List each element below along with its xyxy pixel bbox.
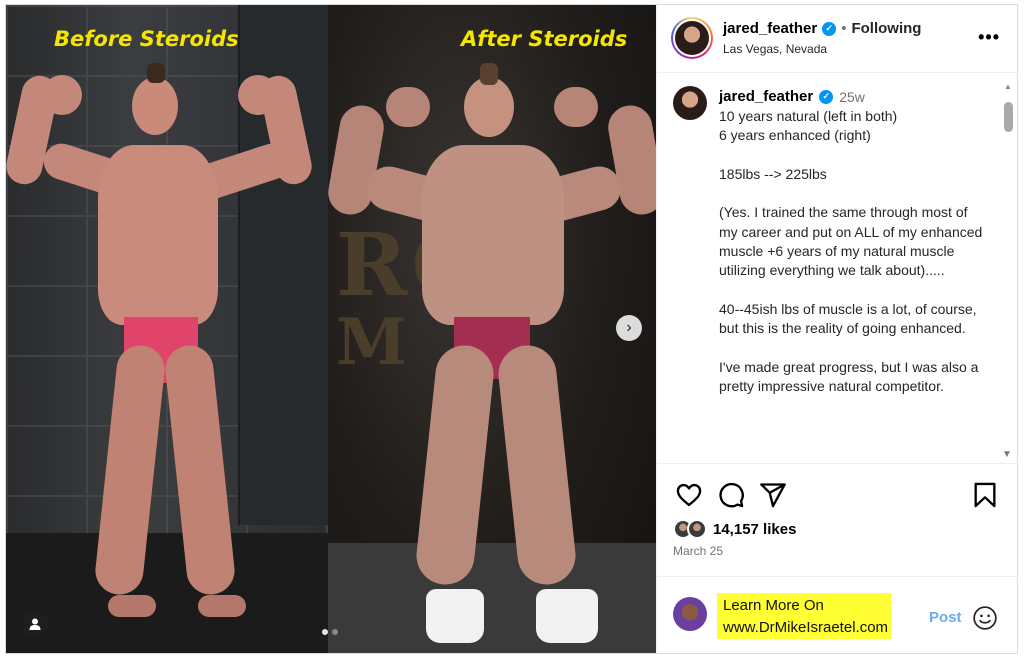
- post-header: jared_feather ✓ • Following Las Vegas, N…: [657, 5, 1018, 73]
- heart-icon[interactable]: [675, 481, 703, 509]
- following-button[interactable]: Following: [851, 20, 921, 37]
- comments-section[interactable]: jared_feather ✓ 25w 10 years natural (le…: [657, 74, 1018, 464]
- post-location[interactable]: Las Vegas, Nevada: [723, 42, 827, 56]
- caption-username[interactable]: jared_feather: [719, 88, 813, 105]
- scroll-up-icon[interactable]: ▲: [1004, 82, 1012, 91]
- liker-avatar: [687, 519, 707, 539]
- carousel-next-button[interactable]: ›: [616, 315, 642, 341]
- avatar-image: [673, 19, 711, 57]
- scroll-down-icon[interactable]: ▼: [1002, 449, 1012, 460]
- comments-scrollbar[interactable]: ▲ ▼: [1002, 82, 1014, 462]
- more-options-icon[interactable]: •••: [978, 27, 1000, 48]
- post-date[interactable]: March 25: [673, 544, 723, 558]
- scroll-thumb[interactable]: [1004, 102, 1013, 132]
- author-username[interactable]: jared_feather: [723, 20, 817, 37]
- caption-header: jared_feather ✓ 25w: [719, 88, 865, 105]
- current-user-avatar: [673, 597, 707, 631]
- bookmark-icon[interactable]: [971, 481, 999, 509]
- likes-count[interactable]: 14,157 likes: [713, 521, 796, 538]
- add-comment-bar: Learn More On www.DrMikeIsraetel.com Pos…: [657, 576, 1018, 653]
- author-avatar[interactable]: [671, 17, 713, 59]
- post-comment-button[interactable]: Post: [929, 609, 962, 626]
- caption-timestamp[interactable]: 25w: [839, 89, 865, 105]
- likes-row: 14,157 likes: [673, 519, 796, 539]
- caption-author-avatar[interactable]: [673, 86, 707, 120]
- post-side-panel: jared_feather ✓ • Following Las Vegas, N…: [656, 5, 1018, 653]
- post-dialog: RO M Before Steroids After Steroids › ja…: [5, 4, 1018, 654]
- post-media[interactable]: RO M Before Steroids After Steroids ›: [6, 5, 656, 653]
- caption-before: Before Steroids: [54, 27, 239, 51]
- comment-icon[interactable]: [717, 481, 745, 509]
- user-icon: [29, 618, 41, 630]
- carousel-dot: [322, 629, 328, 635]
- share-icon[interactable]: [759, 481, 787, 509]
- chevron-right-icon: ›: [626, 319, 632, 336]
- wall-lettering-2: M: [336, 305, 407, 380]
- floor: [6, 533, 328, 653]
- action-bar: [671, 481, 1004, 511]
- caption-after: After Steroids: [461, 27, 628, 51]
- author-row: jared_feather ✓ • Following: [723, 20, 921, 37]
- verified-badge-icon: ✓: [822, 21, 837, 36]
- caption-text: 10 years natural (left in both) 6 years …: [719, 108, 983, 395]
- verified-badge-icon: ✓: [819, 89, 834, 104]
- tagged-users-button[interactable]: [22, 611, 48, 637]
- comment-input-line2[interactable]: www.DrMikeIsraetel.com: [723, 619, 888, 636]
- emoji-icon[interactable]: [972, 605, 998, 631]
- carousel-indicator: [322, 629, 338, 635]
- comment-input-line1[interactable]: Learn More On: [723, 597, 824, 614]
- floor: [328, 543, 656, 653]
- separator-dot: •: [841, 20, 847, 37]
- carousel-dot: [332, 629, 338, 635]
